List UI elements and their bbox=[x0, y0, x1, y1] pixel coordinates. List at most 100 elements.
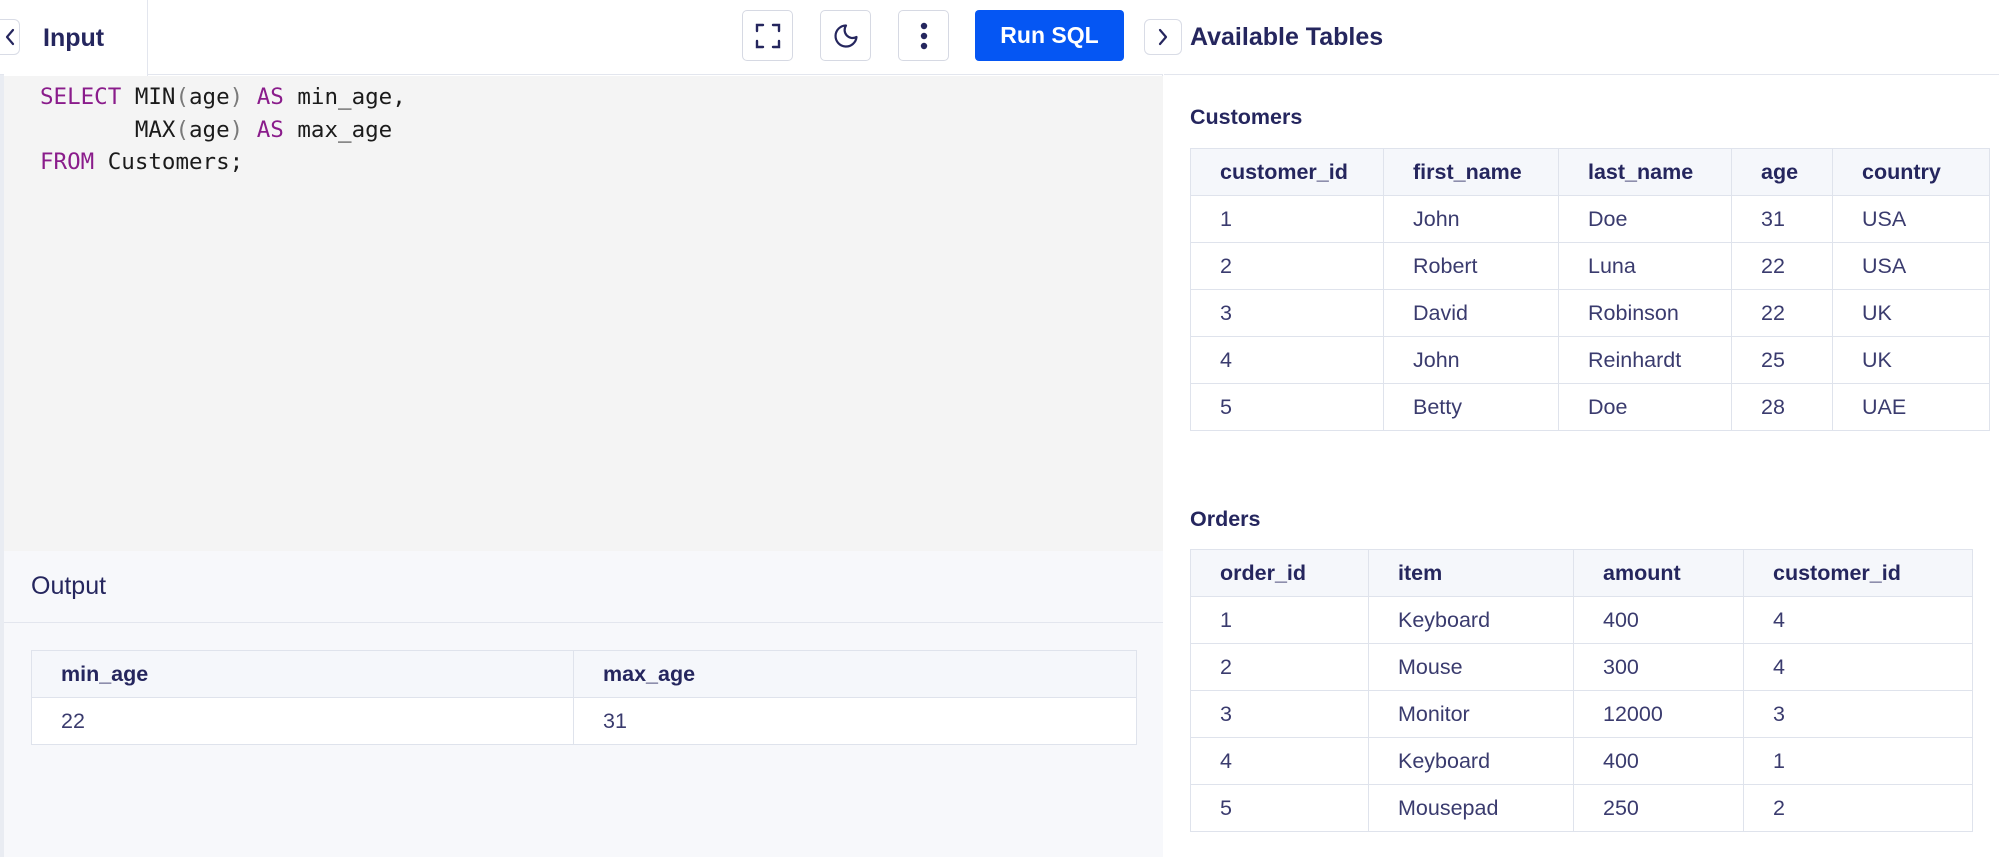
table-cell: 22 bbox=[1731, 242, 1833, 290]
code-line-3: FROM Customers; bbox=[40, 146, 1163, 179]
alias-min-age: min_age, bbox=[283, 84, 406, 110]
table-cell: 250 bbox=[1573, 784, 1744, 832]
table-cell: 4 bbox=[1190, 737, 1369, 785]
chevron-right-icon bbox=[1158, 28, 1168, 46]
tab-input-label: Input bbox=[43, 23, 105, 52]
table-cell: 300 bbox=[1573, 643, 1744, 691]
tables-toolbar: Available Tables bbox=[1164, 0, 1999, 75]
table-cell: 2 bbox=[1743, 784, 1973, 832]
table-header-row: customer_id first_name last_name age cou… bbox=[1190, 148, 1990, 196]
table-cell: Keyboard bbox=[1368, 737, 1574, 785]
sql-editor[interactable]: SELECT MIN(age) AS min_age, MAX(age) AS … bbox=[4, 76, 1163, 551]
table-header-row: order_id item amount customer_id bbox=[1190, 549, 1973, 597]
table-cell: Robinson bbox=[1558, 289, 1732, 337]
table-header-row: min_age max_age bbox=[31, 650, 1137, 698]
editor-pane: Input Run SQL SELECT MIN(age) AS min_age… bbox=[0, 0, 1163, 857]
moon-icon bbox=[833, 23, 858, 48]
paren-open: ( bbox=[175, 84, 190, 110]
column-header: last_name bbox=[1558, 148, 1732, 196]
table-cell: Mousepad bbox=[1368, 784, 1574, 832]
column-header: customer_id bbox=[1743, 549, 1973, 597]
available-tables-title: Available Tables bbox=[1190, 23, 1384, 51]
table-cell: UAE bbox=[1832, 383, 1990, 431]
table-cell: 400 bbox=[1573, 737, 1744, 785]
more-vertical-icon bbox=[920, 22, 927, 49]
keyword-as: AS bbox=[243, 116, 284, 143]
fullscreen-button[interactable] bbox=[742, 10, 793, 61]
table-cell: John bbox=[1383, 336, 1559, 384]
table-cell: Luna bbox=[1558, 242, 1732, 290]
keyword-select: SELECT bbox=[40, 84, 122, 110]
table-cell: Doe bbox=[1558, 195, 1732, 243]
table-cell: USA bbox=[1832, 195, 1990, 243]
code-line-1: SELECT MIN(age) AS min_age, bbox=[40, 81, 1163, 114]
column-header: amount bbox=[1573, 549, 1744, 597]
table-cell: 3 bbox=[1190, 690, 1369, 738]
table-cell: Monitor bbox=[1368, 690, 1574, 738]
paren-close: ) bbox=[229, 116, 244, 143]
table-cell: 1 bbox=[1190, 195, 1384, 243]
table-cell: Doe bbox=[1558, 383, 1732, 431]
table-cell: Keyboard bbox=[1368, 596, 1574, 644]
function-max: MAX bbox=[134, 116, 176, 143]
orders-table: order_id item amount customer_id 1 Keybo… bbox=[1190, 549, 1973, 832]
table-row: 2 Mouse 300 4 bbox=[1190, 643, 1973, 691]
keyword-from: FROM bbox=[40, 149, 95, 175]
table-cell: UK bbox=[1832, 289, 1990, 337]
table-cell: 4 bbox=[1190, 336, 1384, 384]
run-sql-label: Run SQL bbox=[1000, 22, 1099, 48]
column-header: customer_id bbox=[1190, 148, 1384, 196]
table-cell: 1 bbox=[1743, 737, 1973, 785]
table-row: 4 Keyboard 400 1 bbox=[1190, 737, 1973, 785]
argument-age: age bbox=[189, 84, 230, 110]
more-options-button[interactable] bbox=[898, 10, 949, 61]
table-cell: 5 bbox=[1190, 784, 1369, 832]
table-cell: Robert bbox=[1383, 242, 1559, 290]
table-row: 1 John Doe 31 USA bbox=[1190, 195, 1990, 243]
column-header: age bbox=[1731, 148, 1833, 196]
table-cell: 12000 bbox=[1573, 690, 1744, 738]
column-header: min_age bbox=[31, 650, 574, 698]
column-header: order_id bbox=[1190, 549, 1369, 597]
table-row: 5 Betty Doe 28 UAE bbox=[1190, 383, 1990, 431]
customers-table-title: Customers bbox=[1190, 105, 1303, 129]
output-header: Output bbox=[4, 551, 1163, 623]
table-cell: 31 bbox=[1731, 195, 1833, 243]
table-row: 5 Mousepad 250 2 bbox=[1190, 784, 1973, 832]
table-cell: John bbox=[1383, 195, 1559, 243]
alias-max-age: max_age bbox=[283, 116, 393, 143]
table-cell: 28 bbox=[1731, 383, 1833, 431]
paren-close: ) bbox=[229, 84, 244, 110]
column-header: first_name bbox=[1383, 148, 1559, 196]
table-cell: USA bbox=[1832, 242, 1990, 290]
collapse-right-button[interactable] bbox=[1144, 19, 1182, 55]
run-sql-button[interactable]: Run SQL bbox=[975, 10, 1124, 61]
table-cell: 2 bbox=[1190, 242, 1384, 290]
column-header: country bbox=[1832, 148, 1990, 196]
table-cell: 3 bbox=[1190, 289, 1384, 337]
table-cell: Reinhardt bbox=[1558, 336, 1732, 384]
table-cell: David bbox=[1383, 289, 1559, 337]
paren-open: ( bbox=[175, 116, 190, 143]
tables-pane: Available Tables Customers customer_id f… bbox=[1164, 0, 1999, 857]
table-row: 2 Robert Luna 22 USA bbox=[1190, 242, 1990, 290]
table-row: 4 John Reinhardt 25 UK bbox=[1190, 336, 1990, 384]
column-header: item bbox=[1368, 549, 1574, 597]
chevron-left-icon bbox=[5, 28, 14, 46]
tab-input[interactable]: Input bbox=[4, 0, 148, 76]
orders-table-title: Orders bbox=[1190, 507, 1261, 531]
collapse-left-button[interactable] bbox=[0, 19, 20, 55]
table-cell: 5 bbox=[1190, 383, 1384, 431]
table-cell: UK bbox=[1832, 336, 1990, 384]
table-customers-ref: Customers; bbox=[94, 149, 244, 175]
table-cell: 1 bbox=[1190, 596, 1369, 644]
table-cell: 2 bbox=[1190, 643, 1369, 691]
output-title: Output bbox=[31, 572, 107, 600]
theme-toggle-button[interactable] bbox=[820, 10, 871, 61]
table-cell: Betty bbox=[1383, 383, 1559, 431]
table-cell: 3 bbox=[1743, 690, 1973, 738]
table-cell: 25 bbox=[1731, 336, 1833, 384]
table-cell: 4 bbox=[1743, 643, 1973, 691]
table-row: 3 Monitor 12000 3 bbox=[1190, 690, 1973, 738]
